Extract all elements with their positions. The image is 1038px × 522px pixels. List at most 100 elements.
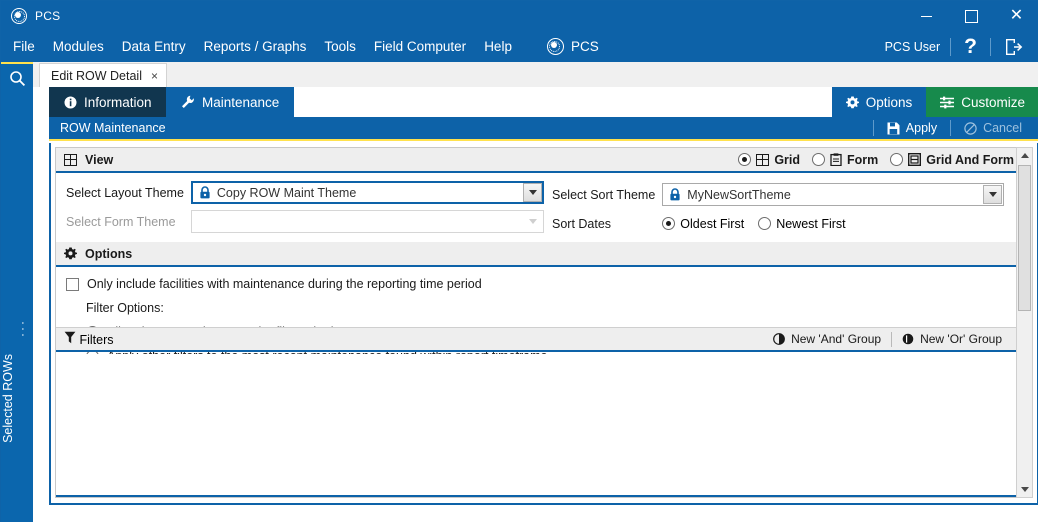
tab-information-label: Information (84, 94, 152, 110)
grid-icon (756, 153, 770, 166)
minimize-icon[interactable] (904, 1, 949, 31)
search-icon[interactable] (1, 64, 33, 92)
application-window: PCS ✕ File Modules Data Entry Reports / … (0, 0, 1038, 522)
options-customize-tabs: Options Customize (831, 87, 1038, 117)
view-mode-form[interactable]: Form (812, 153, 878, 167)
view-section-header: View Grid Form Grid And Form (56, 148, 1020, 173)
filter-options-label: Filter Options: (86, 301, 164, 315)
view-mode-grid-and-form[interactable]: Grid And Form (890, 153, 1014, 167)
menu-item-modules[interactable]: Modules (44, 31, 113, 62)
page-title: ROW Maintenance (60, 121, 166, 135)
sort-dates-newest-first[interactable]: Newest First (758, 216, 846, 231)
menu-item-reports-graphs[interactable]: Reports / Graphs (195, 31, 316, 62)
info-icon (64, 96, 77, 109)
window-controls: ✕ (904, 1, 1038, 31)
lock-icon (199, 186, 211, 199)
main-content: Information Maintenance Options Customiz… (33, 87, 1038, 522)
brand-button[interactable]: PCS (546, 38, 599, 55)
scroll-down-icon[interactable] (1017, 482, 1032, 497)
tab-customize[interactable]: Customize (926, 87, 1038, 117)
filters-section-body (56, 354, 1020, 497)
section-header-band: ROW Maintenance Apply Cancel (49, 117, 1038, 141)
menu-item-data-entry[interactable]: Data Entry (113, 31, 195, 62)
document-tab-label: Edit ROW Detail (51, 68, 142, 83)
tab-customize-label: Customize (961, 94, 1025, 110)
pcs-brand-icon (546, 38, 564, 55)
chevron-down-icon[interactable] (523, 212, 542, 231)
only-include-facilities-row[interactable]: Only include facilities with maintenance… (56, 277, 1020, 291)
divider (950, 120, 952, 136)
sort-dates-radio-group: Oldest First Newest First (662, 217, 1004, 231)
save-icon (887, 122, 900, 135)
sub-tab-bar: Information Maintenance Options Customiz… (33, 87, 1038, 119)
new-and-group-label: New 'And' Group (791, 332, 882, 346)
brand-label: PCS (570, 39, 599, 54)
close-icon[interactable]: × (151, 69, 158, 83)
view-section-body: Select Layout Theme Copy ROW Maint Theme (56, 173, 1020, 242)
menu-item-tools[interactable]: Tools (315, 31, 365, 62)
menu-item-help[interactable]: Help (475, 31, 521, 62)
sidebar-item-selected-rows[interactable]: Selected ROWs (1, 354, 33, 443)
tab-maintenance-label: Maintenance (202, 94, 280, 110)
only-include-facilities-checkbox[interactable] (66, 277, 79, 291)
new-or-group-button[interactable]: New 'Or' Group (892, 332, 1012, 346)
tab-options-label: Options (865, 94, 913, 110)
menu-item-field-computer[interactable]: Field Computer (365, 31, 475, 62)
tab-information[interactable]: Information (49, 87, 167, 117)
menu-item-file[interactable]: File (1, 31, 44, 62)
select-form-theme-combobox[interactable] (190, 210, 544, 233)
select-form-theme-label: Select Form Theme (66, 214, 176, 229)
scroll-thumb[interactable] (1018, 165, 1031, 311)
sort-dates-oldest-first[interactable]: Oldest First (662, 217, 744, 231)
grid-icon (64, 153, 77, 166)
vertical-scrollbar[interactable] (1016, 147, 1033, 498)
scroll-up-icon[interactable] (1017, 148, 1032, 163)
sort-dates-newest-first-label: Newest First (776, 216, 846, 231)
gear-icon (64, 247, 77, 260)
options-section-header: Options (56, 242, 1020, 267)
view-mode-grid-and-form-label: Grid And Form (926, 152, 1014, 167)
help-icon[interactable]: ? (951, 36, 990, 57)
sort-theme-fields: Select Sort Theme MyNewSortTheme Sort Da… (552, 181, 1004, 233)
form-scroll-content: View Grid Form Grid And Form Select Layo… (55, 147, 1021, 498)
select-layout-theme-combobox[interactable]: Copy ROW Maint Theme (190, 181, 544, 204)
filters-section-title: Filters (79, 333, 114, 347)
chevron-down-icon[interactable] (983, 185, 1002, 205)
only-include-facilities-label: Only include facilities with maintenance… (87, 277, 482, 291)
tab-options[interactable]: Options (831, 87, 927, 117)
lock-icon (669, 188, 681, 201)
filters-section-title-group: Filters (64, 331, 114, 347)
filled-circle-icon (902, 333, 914, 345)
title-bar: PCS ✕ (1, 1, 1038, 31)
wrench-icon (181, 95, 195, 109)
logout-icon[interactable] (991, 38, 1027, 56)
clipboard-icon (830, 153, 842, 166)
radio-newest-first[interactable] (758, 217, 772, 231)
select-sort-theme-value: MyNewSortTheme (687, 187, 791, 202)
half-circle-icon (773, 333, 785, 345)
maximize-icon[interactable] (949, 1, 994, 31)
select-sort-theme-combobox[interactable]: MyNewSortTheme (662, 183, 1004, 207)
radio-oldest-first[interactable] (662, 217, 676, 231)
filters-actions: New 'And' Group New 'Or' Group (763, 331, 1012, 347)
left-sidebar: ··· Selected ROWs (1, 64, 33, 522)
view-section-title: View (85, 152, 114, 167)
window-title: PCS (35, 9, 61, 23)
document-tab-edit-row-detail[interactable]: Edit ROW Detail × (39, 63, 168, 87)
radio-grid[interactable] (738, 153, 752, 166)
radio-form[interactable] (812, 153, 826, 166)
layout-theme-fields: Select Layout Theme Copy ROW Maint Theme (66, 181, 544, 233)
chevron-down-icon[interactable] (523, 183, 542, 202)
close-icon[interactable]: ✕ (994, 1, 1038, 31)
select-layout-theme-label: Select Layout Theme (66, 185, 184, 200)
gear-icon (845, 96, 859, 109)
new-and-group-button[interactable]: New 'And' Group (763, 332, 891, 346)
apply-label: Apply (905, 121, 938, 135)
apply-button[interactable]: Apply (876, 116, 948, 140)
tab-maintenance[interactable]: Maintenance (166, 87, 295, 117)
no-entry-icon (964, 121, 977, 135)
radio-grid-and-form[interactable] (890, 153, 904, 166)
options-section-title: Options (85, 246, 133, 261)
cancel-button[interactable]: Cancel (953, 116, 1033, 140)
view-mode-grid[interactable]: Grid (738, 153, 800, 167)
